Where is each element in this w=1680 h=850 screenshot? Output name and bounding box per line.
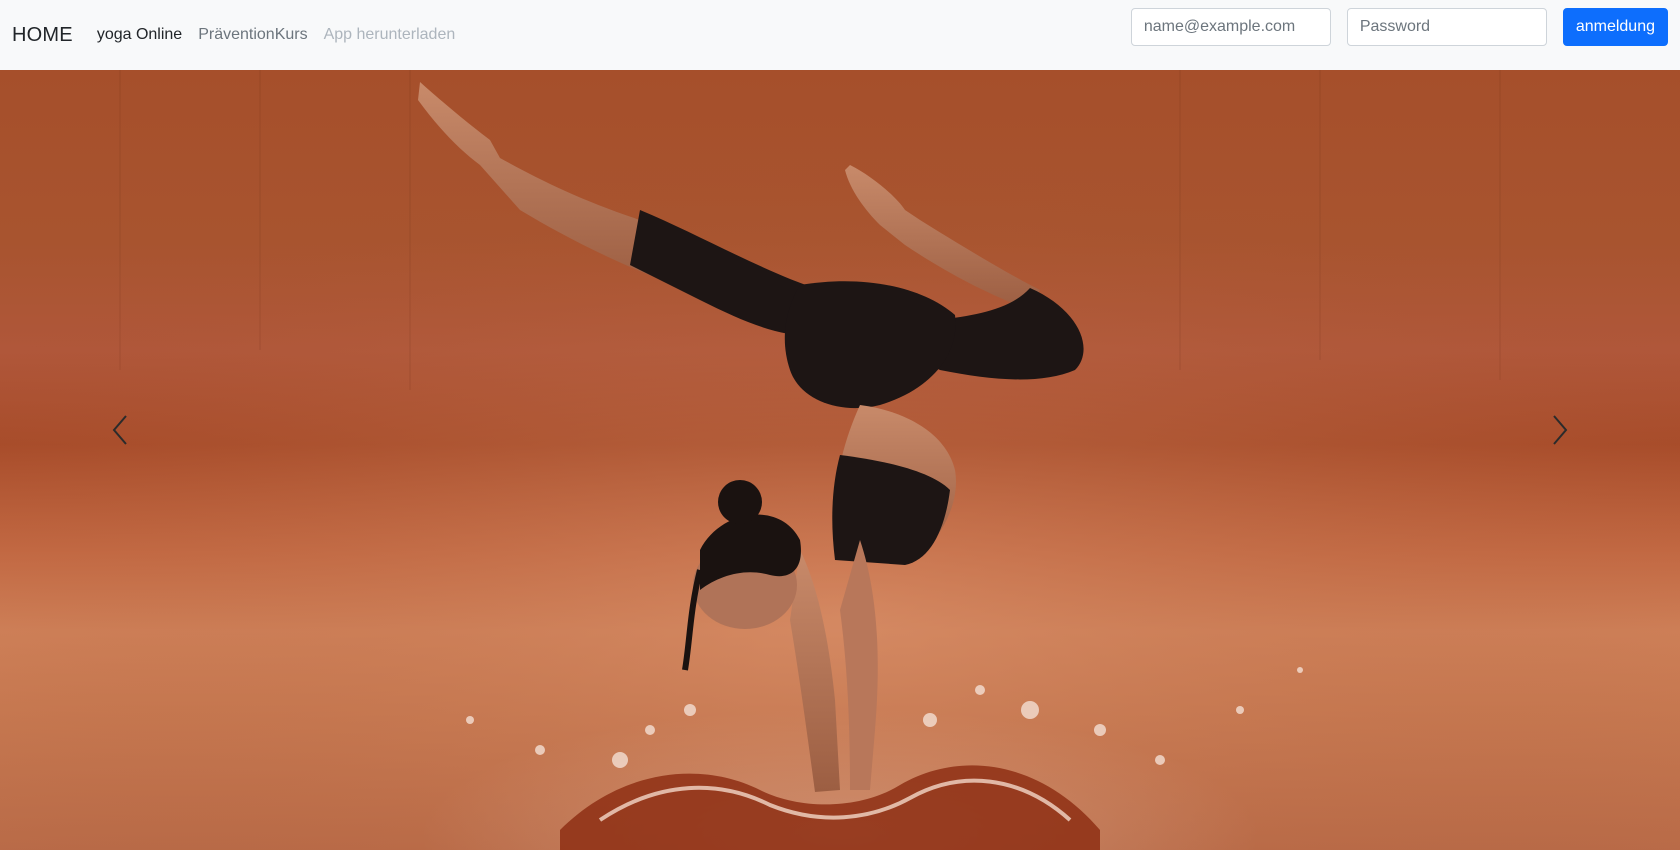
chevron-right-icon <box>1553 415 1568 445</box>
login-button[interactable]: anmeldung <box>1562 8 1668 46</box>
home-brand-link[interactable]: HOME <box>12 24 73 47</box>
carousel-slide-image <box>0 70 1680 850</box>
top-navbar: HOME yoga Online PräventionKurs App heru… <box>0 0 1680 70</box>
nav-link-yoga-online[interactable]: yoga Online <box>97 26 182 44</box>
yoga-handstand-illustration <box>0 70 1680 850</box>
password-input[interactable] <box>1346 8 1547 46</box>
carousel-next-button[interactable] <box>1440 110 1680 750</box>
email-input[interactable] <box>1130 8 1331 46</box>
nav-link-praevention-kurs[interactable]: PräventionKurs <box>198 26 307 44</box>
carousel-prev-button[interactable] <box>0 110 240 750</box>
hero-carousel <box>0 70 1680 850</box>
nav-link-app-herunterladen: App herunterladen <box>323 26 456 43</box>
chevron-left-icon <box>112 415 127 445</box>
login-form: anmeldung <box>1130 8 1668 46</box>
